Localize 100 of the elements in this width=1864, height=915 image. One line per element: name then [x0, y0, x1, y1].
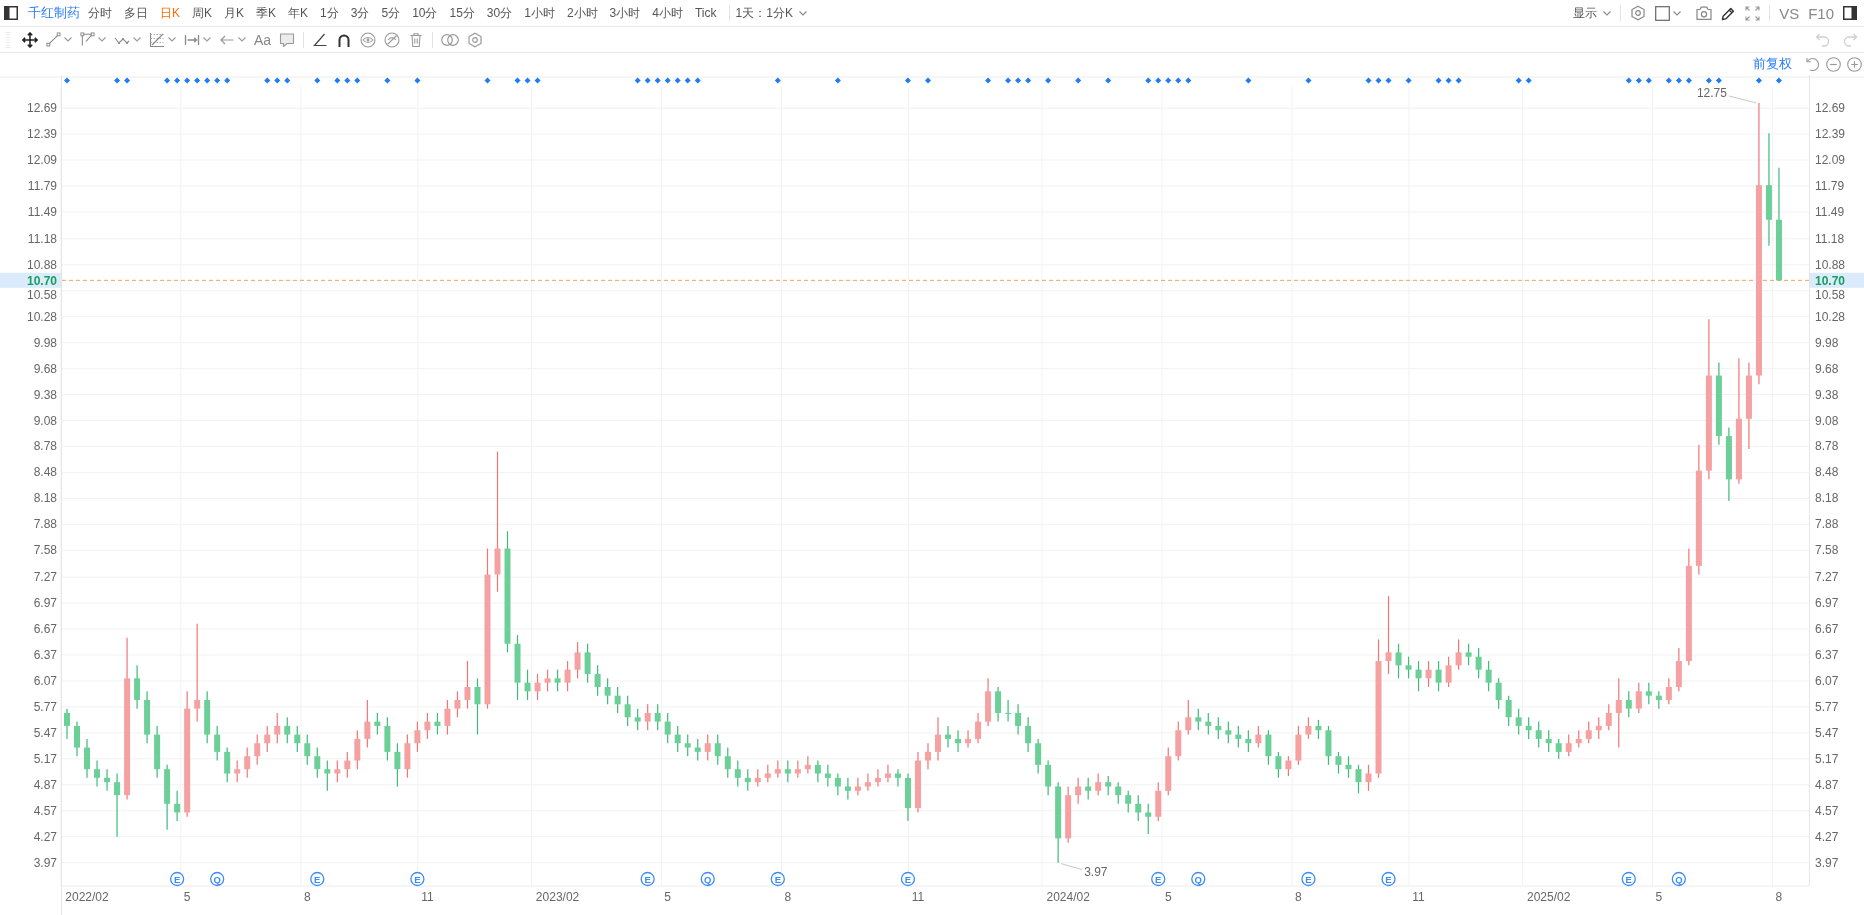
compare-button[interactable]: VS — [1779, 3, 1800, 23]
rising-candlestick — [1665, 677, 1672, 705]
date-axis-label: 5 — [1164, 890, 1172, 904]
rising-candlestick — [1445, 656, 1452, 688]
zoom-in-icon[interactable] — [1847, 56, 1862, 72]
period-tab[interactable]: 4小时 — [646, 3, 689, 23]
price-axis-label: 9.98 — [1815, 335, 1839, 350]
period-tab[interactable]: 多日 — [118, 3, 154, 23]
line-tool-button[interactable] — [46, 29, 72, 50]
price-axis-label: 5.17 — [1815, 751, 1839, 766]
low-price-label: 3.97 — [1084, 864, 1108, 879]
rising-candlestick — [1455, 638, 1462, 671]
text-tool-button[interactable]: Aa — [254, 29, 272, 50]
falling-candlestick — [904, 772, 911, 822]
camera-icon[interactable] — [1696, 6, 1713, 20]
date-axis-label: 5 — [1655, 890, 1663, 904]
price-axis-label: 6.37 — [33, 648, 57, 662]
pencil-icon[interactable] — [1721, 5, 1737, 21]
period-tab[interactable]: 15分 — [443, 3, 481, 23]
comment-icon[interactable] — [279, 31, 296, 48]
sidebar-toggle-icon[interactable] — [1843, 6, 1857, 20]
rising-candlestick — [1675, 647, 1682, 692]
event-marker[interactable]: E — [1301, 871, 1316, 887]
price-axis-label: 12.39 — [1815, 127, 1846, 142]
rising-candlestick — [1165, 746, 1172, 796]
event-marker[interactable]: E — [170, 871, 185, 887]
event-marker[interactable]: E — [1151, 871, 1166, 887]
overlapping-circles-icon[interactable] — [441, 32, 460, 47]
falling-candlestick — [1145, 803, 1152, 835]
display-dropdown[interactable]: 显示 — [1573, 3, 1612, 23]
event-marker[interactable]: Q — [210, 871, 225, 887]
event-marker[interactable]: Q — [1191, 871, 1206, 887]
period-tab[interactable]: 季K — [250, 3, 283, 23]
period-tab[interactable]: Tick — [688, 3, 723, 23]
period-tab[interactable]: 1分 — [314, 3, 345, 23]
price-axis-label: 11.49 — [1815, 205, 1845, 219]
period-tab[interactable]: 10分 — [406, 3, 444, 23]
event-marker[interactable]: Q — [700, 871, 715, 887]
period-tab[interactable]: 30分 — [480, 3, 519, 23]
falling-candlestick — [834, 772, 841, 796]
stock-name-link[interactable]: 千红制药 — [28, 3, 80, 23]
falling-candlestick — [1015, 703, 1022, 736]
settings-icon[interactable] — [467, 31, 484, 48]
price-axis-label: 6.07 — [33, 673, 57, 688]
period-tab[interactable]: 年K — [282, 3, 315, 23]
reset-icon[interactable] — [1806, 57, 1820, 71]
falling-candlestick — [634, 708, 641, 731]
date-axis-label: 2023/02 — [535, 890, 580, 904]
interval-dropdown[interactable]: 1天：1分K — [735, 3, 807, 23]
event-marker[interactable]: Q — [1671, 871, 1686, 887]
eye-icon[interactable] — [360, 31, 377, 48]
current-price-tag: 10.70 — [0, 272, 61, 288]
falling-candlestick — [1435, 660, 1442, 692]
rising-candlestick — [264, 725, 271, 753]
event-marker[interactable]: E — [900, 871, 916, 887]
falling-candlestick — [64, 708, 70, 740]
eye-off-icon[interactable] — [384, 31, 401, 48]
f10-button[interactable]: F10 — [1808, 3, 1834, 23]
price-axis-label: 4.57 — [33, 803, 57, 818]
price-axis-label: 11.79 — [27, 179, 57, 193]
price-adjustment-link[interactable]: 前复权 — [1753, 55, 1792, 73]
price-axis-label: 10.88 — [26, 257, 57, 272]
trash-icon[interactable] — [408, 31, 425, 48]
zoom-out-icon[interactable] — [1826, 56, 1841, 72]
event-marker[interactable]: E — [410, 871, 425, 887]
period-tab[interactable]: 3小时 — [603, 3, 647, 23]
caret-icon — [1603, 10, 1612, 16]
falling-candlestick — [1515, 708, 1522, 736]
event-marker[interactable]: E — [1621, 871, 1636, 887]
period-tab[interactable]: 3分 — [344, 3, 376, 23]
date-axis-label: 8 — [784, 890, 792, 904]
event-marker[interactable]: E — [640, 871, 655, 887]
event-marker[interactable]: E — [770, 871, 785, 887]
event-marker[interactable]: E — [310, 871, 325, 887]
falling-candlestick — [114, 772, 121, 838]
caret-icon — [798, 10, 807, 16]
price-axis-label: 6.97 — [33, 596, 57, 611]
date-axis-label: 11 — [421, 890, 434, 904]
period-tab[interactable]: 1小时 — [518, 3, 561, 23]
price-axis-label: 5.77 — [1815, 699, 1839, 714]
period-tab[interactable]: 月K — [218, 3, 251, 23]
falling-candlestick — [284, 716, 291, 744]
settings-icon[interactable] — [1630, 5, 1647, 21]
falling-candlestick — [1045, 759, 1052, 796]
event-marker[interactable]: E — [1381, 871, 1396, 887]
period-tab[interactable]: 周K — [186, 3, 219, 23]
period-tab[interactable]: 日K — [154, 3, 186, 23]
fullscreen-icon[interactable] — [1745, 5, 1761, 21]
price-axis-label: 8.78 — [1815, 439, 1839, 454]
period-tab[interactable]: 2小时 — [560, 3, 604, 23]
date-axis-label: 2025/02 — [1527, 890, 1571, 904]
period-tab[interactable]: 5分 — [375, 3, 407, 23]
line-segment-icon — [46, 32, 61, 47]
layout-dropdown[interactable] — [1655, 3, 1682, 23]
price-axis-label: 12.39 — [26, 127, 57, 142]
angle-icon[interactable] — [312, 31, 329, 48]
move-icon[interactable] — [22, 31, 38, 48]
period-tab[interactable]: 分时 — [82, 3, 118, 23]
sidebar-toggle-icon[interactable] — [4, 6, 18, 20]
caret-icon — [1673, 10, 1682, 16]
